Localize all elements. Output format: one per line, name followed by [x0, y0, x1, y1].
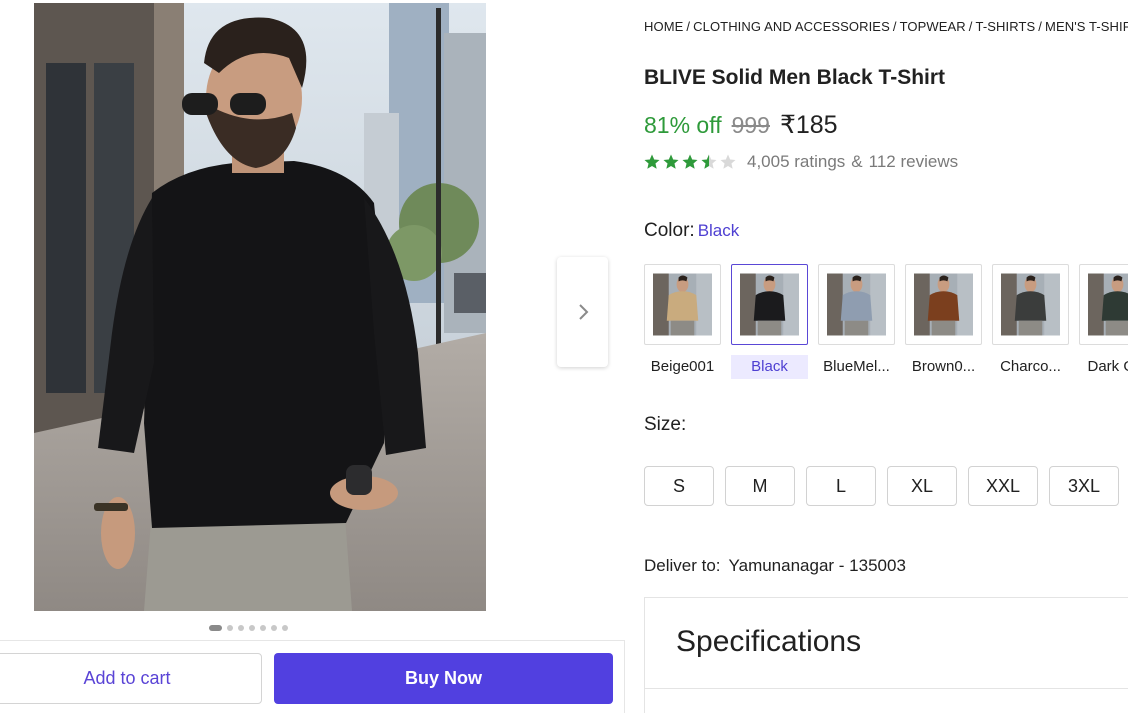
swatch-shirt-image — [653, 273, 712, 336]
swatch-label: Dark G... — [1087, 358, 1128, 375]
gallery-dot[interactable] — [271, 625, 277, 631]
color-swatch[interactable]: BlueMel... — [818, 264, 895, 379]
buy-now-button[interactable]: Buy Now — [274, 653, 613, 704]
price-row: 81% off 999 ₹185 — [644, 110, 838, 140]
size-option-button[interactable]: XXL — [968, 466, 1038, 506]
swatch-thumbnail — [1079, 264, 1128, 345]
breadcrumb-clothing[interactable]: CLOTHING AND ACCESSORIES — [693, 19, 890, 34]
breadcrumb-home[interactable]: HOME — [644, 19, 683, 34]
swatch-shirt-image — [914, 273, 973, 336]
delivery-info[interactable]: Deliver to: Yamunanagar - 135003 — [644, 556, 906, 576]
gallery-pagination — [209, 625, 288, 631]
swatch-label: Beige001 — [650, 358, 715, 375]
color-swatch[interactable]: Brown0... — [905, 264, 982, 379]
model-photo-illustration — [34, 3, 486, 611]
swatch-thumbnail — [905, 264, 982, 345]
product-main-image[interactable] — [34, 3, 486, 611]
gallery-dot[interactable] — [282, 625, 288, 631]
color-swatch[interactable]: Black — [731, 264, 808, 379]
discount-percent: 81% off — [644, 112, 722, 138]
chevron-right-icon — [578, 304, 588, 320]
ratings-ampersand: & — [851, 152, 863, 171]
reviews-count: 112 reviews — [868, 152, 959, 171]
rating-summary[interactable]: 4,005 ratings & 112 reviews — [643, 152, 958, 172]
original-price: 999 — [731, 112, 770, 138]
swatch-shirt-image — [740, 273, 799, 336]
purchase-action-bar: Add to cart Buy Now — [0, 640, 625, 713]
breadcrumb: HOME / CLOTHING AND ACCESSORIES / TOPWEAR / T-… — [644, 19, 1128, 34]
divider — [645, 688, 1128, 689]
ratings-count: 4,005 ratings — [747, 152, 846, 171]
star-icon — [701, 154, 717, 169]
size-option-button[interactable]: L — [806, 466, 876, 506]
delivery-location: Yamunanagar - 135003 — [728, 556, 906, 575]
size-label: Size: — [644, 414, 687, 435]
deliver-label: Deliver to: — [644, 556, 721, 575]
swatch-thumbnail — [731, 264, 808, 345]
swatch-shirt-image — [827, 273, 886, 336]
size-option-button[interactable]: S — [644, 466, 714, 506]
gallery-dot[interactable] — [260, 625, 266, 631]
swatch-label: Charco... — [1000, 358, 1061, 375]
swatch-thumbnail — [644, 264, 721, 345]
gallery-dot[interactable] — [238, 625, 244, 631]
size-option-button[interactable]: 3XL — [1049, 466, 1119, 506]
size-option-button[interactable]: M — [725, 466, 795, 506]
size-option-button[interactable]: XL — [887, 466, 957, 506]
star-icon — [682, 154, 698, 169]
swatch-label: Brown0... — [911, 358, 976, 375]
star-rating — [643, 153, 737, 171]
swatch-thumbnail — [818, 264, 895, 345]
specifications-title: Specifications — [676, 625, 862, 658]
star-icon — [644, 154, 660, 169]
gallery-next-button[interactable] — [557, 257, 608, 367]
swatch-label: BlueMel... — [823, 358, 890, 375]
breadcrumb-tshirts[interactable]: T-SHIRTS — [976, 19, 1036, 34]
selling-price: ₹185 — [779, 111, 838, 139]
specifications-card[interactable]: Specifications — [644, 597, 1128, 713]
swatch-shirt-image — [1088, 273, 1128, 336]
swatch-label: Black — [731, 355, 808, 379]
color-heading: Color: Black — [644, 220, 739, 242]
swatch-shirt-image — [1001, 273, 1060, 336]
breadcrumb-mens-tshirts[interactable]: MEN'S T-SHIRTS — [1045, 19, 1128, 34]
add-to-cart-button[interactable]: Add to cart — [0, 653, 262, 704]
product-title: BLIVE Solid Men Black T-Shirt — [644, 66, 946, 89]
star-icon — [663, 154, 679, 169]
size-option-list: S M L XL XXL 3XL — [644, 466, 1119, 506]
swatch-thumbnail — [992, 264, 1069, 345]
gallery-dot[interactable] — [209, 625, 222, 631]
color-swatch[interactable]: Dark G... — [1079, 264, 1128, 379]
color-swatch[interactable]: Charco... — [992, 264, 1069, 379]
breadcrumb-topwear[interactable]: TOPWEAR — [900, 19, 966, 34]
star-icon — [720, 154, 736, 169]
color-swatch-list: Beige001 Black BlueMel... Brown0... Charco..… — [644, 264, 1128, 379]
selected-color: Black — [697, 221, 740, 240]
color-label: Color: — [644, 220, 695, 241]
gallery-dot[interactable] — [227, 625, 233, 631]
gallery-dot[interactable] — [249, 625, 255, 631]
color-swatch[interactable]: Beige001 — [644, 264, 721, 379]
